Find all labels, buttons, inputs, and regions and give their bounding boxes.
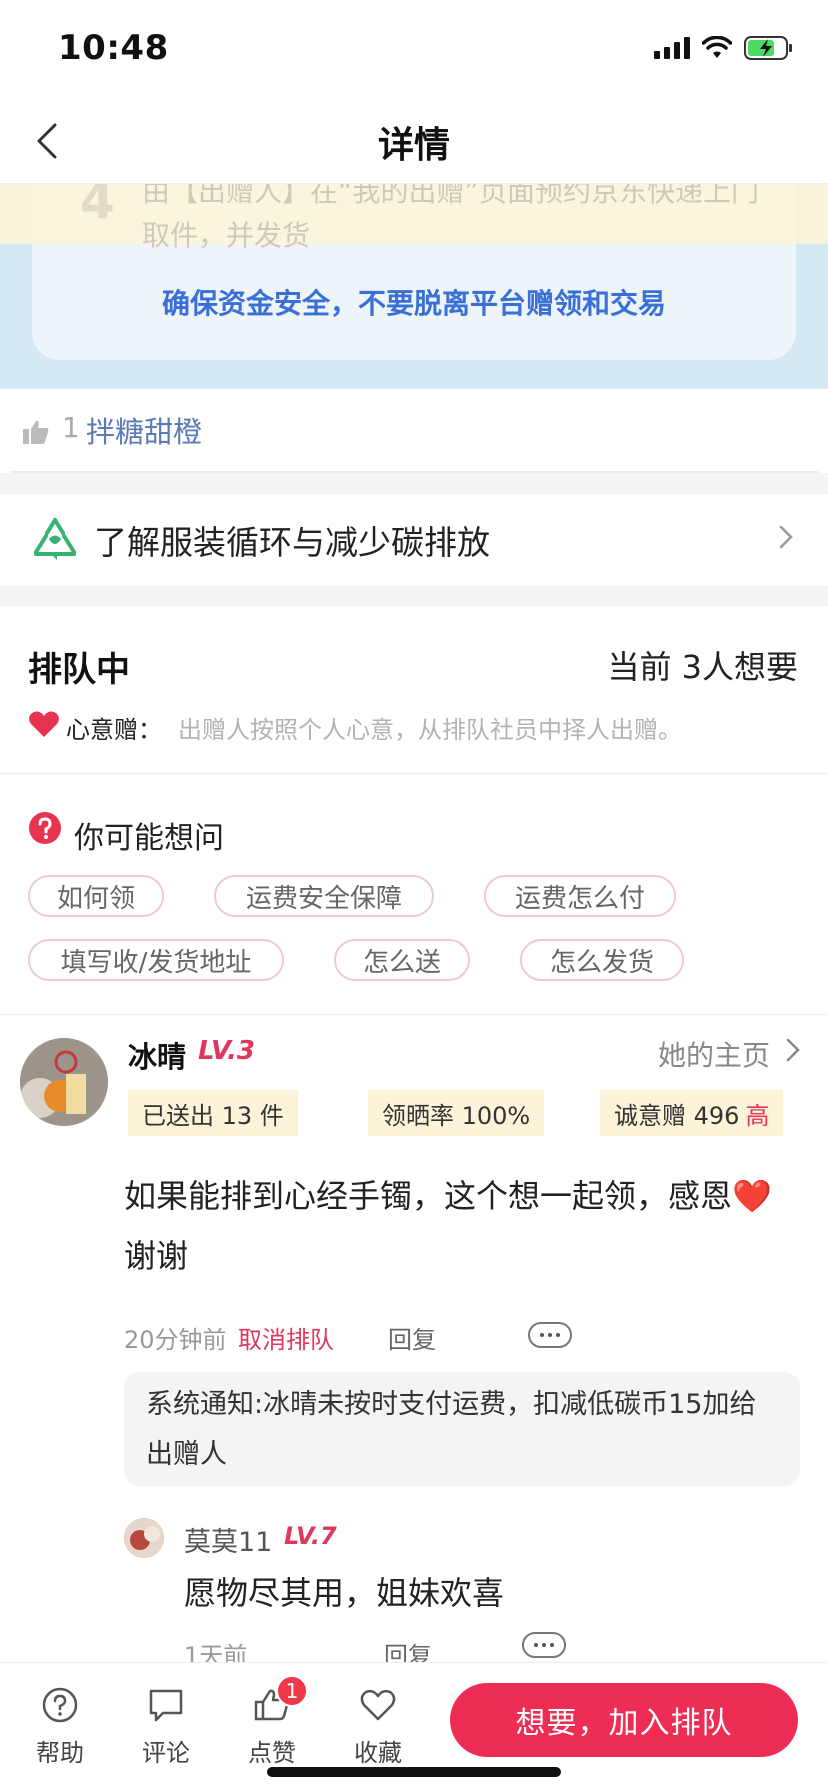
circular-text: 了解服装循环与减少碳排放 xyxy=(94,523,490,562)
system-notice: 系统通知:冰晴未按时支付运费，扣减低碳币15加给出赠人 xyxy=(124,1372,800,1486)
likes-count: 1 xyxy=(62,411,80,444)
safety-notice: 确保资金安全，不要脱离平台赠领和交易 xyxy=(161,287,666,320)
signal-icon xyxy=(654,37,690,59)
comment-label: 评论 xyxy=(142,1739,190,1767)
faq-chip[interactable]: 如何领 xyxy=(28,875,164,917)
liker-name[interactable]: 拌糖甜橙 xyxy=(86,409,202,451)
status-bar: 10:48 xyxy=(0,0,828,100)
bottom-action-bar: 帮助 评论 1 点赞 收藏 想要，加入排队 xyxy=(0,1662,828,1792)
gift-mode-label: 心意赠： xyxy=(66,716,162,744)
like-label: 点赞 xyxy=(248,1739,296,1767)
queue-section: 排队中 当前 3人想要 心意赠： 出赠人按照个人心意，从排队社员中择人出赠。 xyxy=(0,606,828,774)
step-text: 由【出赠人】在“我的出赠”页面预约京东快递上门取件，并发货 xyxy=(142,184,760,252)
collect-label: 收藏 xyxy=(354,1739,402,1767)
user-level: LV.3 xyxy=(198,1036,256,1066)
queue-title: 排队中 xyxy=(28,650,130,690)
comment-icon xyxy=(149,1689,183,1722)
sent-badge: 已送出 13 件 xyxy=(128,1090,298,1136)
like-tab[interactable]: 1 点赞 xyxy=(232,1675,312,1768)
more-icon[interactable] xyxy=(528,1322,572,1348)
home-indicator xyxy=(267,1767,561,1777)
join-queue-button[interactable]: 想要，加入排队 xyxy=(450,1683,798,1757)
faq-chip[interactable]: 怎么送 xyxy=(334,939,470,981)
faq-chip[interactable]: 怎么发货 xyxy=(520,939,684,981)
reply-user-level: LV.7 xyxy=(284,1522,337,1550)
sent-count: 已送出 13 件 xyxy=(142,1101,284,1130)
faq-title: 你可能想问 xyxy=(74,821,224,856)
faq-section: 你可能想问 如何领 运费安全保障 运费怎么付 填写收/发货地址 怎么送 怎么发货 xyxy=(0,775,828,1015)
likes-row: 1 拌糖甜橙 xyxy=(10,389,818,473)
heart-icon xyxy=(29,711,59,737)
gift-mode-desc: 出赠人按照个人心意，从排队社员中择人出赠。 xyxy=(178,716,682,744)
more-icon[interactable] xyxy=(522,1632,566,1658)
share-rate: 领晒率 100% xyxy=(382,1101,531,1130)
chevron-right-icon xyxy=(779,525,793,549)
sincerity-badge: 诚意赠 496 高 xyxy=(600,1090,784,1136)
faq-chip[interactable]: 运费怎么付 xyxy=(484,875,676,917)
divider xyxy=(0,473,828,494)
reply-button[interactable]: 回复 xyxy=(388,1320,436,1355)
faq-chip[interactable]: 运费安全保障 xyxy=(214,875,434,917)
help-icon xyxy=(42,1687,78,1723)
queue-comment: 冰晴 LV.3 她的主页 已送出 13 件 领晒率 100% 诚意赠 496 高 … xyxy=(0,1016,828,1670)
faq-chip[interactable]: 填写收/发货地址 xyxy=(28,939,284,981)
user-name[interactable]: 冰晴 xyxy=(128,1034,186,1076)
reply-user-name[interactable]: 莫莫11 xyxy=(184,1520,272,1559)
chevron-right-icon xyxy=(786,1038,800,1062)
wifi-icon xyxy=(702,36,732,58)
status-icons xyxy=(654,34,794,62)
circular-fashion-link[interactable]: 了解服装循环与减少碳排放 xyxy=(0,494,828,586)
comment-tab[interactable]: 评论 xyxy=(126,1685,206,1768)
comment-text: 如果能排到心经手镯，这个想一起领，感恩❤️谢谢 xyxy=(124,1177,772,1275)
avatar[interactable] xyxy=(20,1038,108,1126)
step-number: 4 xyxy=(80,184,115,230)
sincerity-level: 高 xyxy=(745,1101,770,1130)
status-time: 10:48 xyxy=(58,28,169,68)
sincerity-score: 诚意赠 496 xyxy=(614,1101,740,1130)
help-tab[interactable]: 帮助 xyxy=(20,1685,100,1768)
thumbs-up-icon xyxy=(23,420,49,444)
cancel-queue-button[interactable]: 取消排队 xyxy=(238,1320,334,1355)
help-label: 帮助 xyxy=(36,1739,84,1767)
avatar[interactable] xyxy=(124,1518,164,1558)
nav-bar: 详情 xyxy=(0,100,828,184)
flow-banner: 4 由【出赠人】在“我的出赠”页面预约京东快递上门取件，并发货 确保资金安全，不… xyxy=(0,184,828,389)
heart-outline-icon xyxy=(360,1689,396,1721)
comment-time: 20分钟前 xyxy=(124,1326,227,1354)
rate-badge: 领晒率 100% xyxy=(368,1090,545,1136)
page-title: 详情 xyxy=(377,125,450,166)
profile-link[interactable]: 她的主页 xyxy=(658,1034,770,1074)
reply-text: 愿物尽其用，姐妹欢喜 xyxy=(184,1574,505,1612)
battery-charging-icon xyxy=(744,36,792,60)
like-badge: 1 xyxy=(276,1675,308,1707)
divider xyxy=(0,586,828,606)
question-icon xyxy=(29,812,61,844)
collect-tab[interactable]: 收藏 xyxy=(338,1685,418,1768)
queue-count: 当前 3人想要 xyxy=(607,648,798,686)
recycle-icon xyxy=(34,518,76,560)
